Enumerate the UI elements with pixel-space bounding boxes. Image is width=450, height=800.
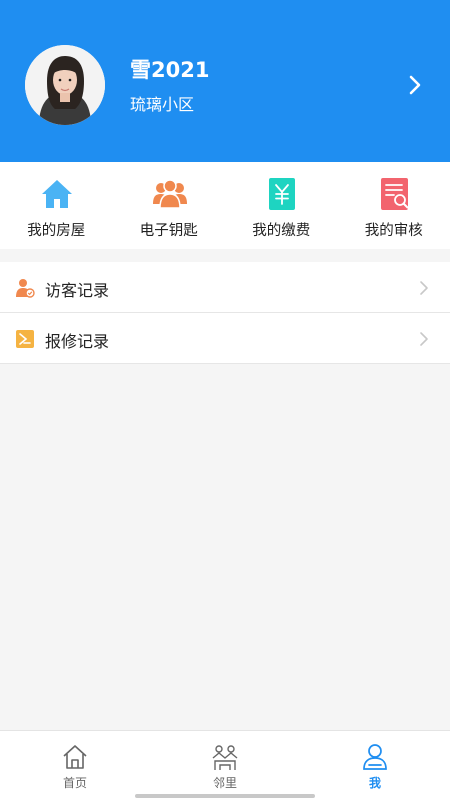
- profile-tab-icon: [361, 743, 389, 771]
- bottom-tab-bar: 首页 邻里 我: [0, 730, 450, 800]
- tab-label: 首页: [62, 776, 87, 790]
- quick-action-label: 电子钥匙: [139, 223, 198, 239]
- chevron-right-icon: [414, 278, 434, 298]
- payment-yuan-icon: [265, 177, 299, 211]
- community-name: 琉璃小区: [130, 95, 195, 114]
- home-indicator: [135, 794, 315, 798]
- tab-label: 我: [368, 776, 381, 790]
- quick-action-e-key[interactable]: 电子钥匙: [113, 162, 226, 249]
- user-name: 雪2021: [130, 58, 210, 82]
- visitor-icon: [15, 278, 35, 298]
- tab-neighborhood[interactable]: 邻里: [150, 731, 300, 800]
- records-list: 访客记录 报修记录: [0, 262, 450, 364]
- chevron-right-icon[interactable]: [400, 70, 430, 100]
- quick-action-label: 我的房屋: [27, 223, 86, 239]
- home-tab-icon: [61, 743, 89, 771]
- avatar[interactable]: [25, 45, 105, 125]
- repair-icon: [15, 329, 35, 349]
- list-item-repair-records[interactable]: 报修记录: [0, 313, 450, 364]
- quick-action-label: 我的缴费: [252, 223, 311, 239]
- list-item-label: 访客记录: [45, 281, 110, 300]
- user-photo: [25, 45, 105, 125]
- review-document-icon: [378, 177, 412, 211]
- quick-action-my-house[interactable]: 我的房屋: [0, 162, 113, 249]
- quick-actions-bar: 我的房屋 电子钥匙 我的缴费 我的审核: [0, 162, 450, 249]
- tab-label: 邻里: [212, 776, 237, 790]
- quick-action-my-review[interactable]: 我的审核: [338, 162, 450, 249]
- house-icon: [40, 177, 74, 211]
- chevron-right-icon: [414, 329, 434, 349]
- neighborhood-icon: [211, 743, 239, 771]
- list-item-visitor-records[interactable]: 访客记录: [0, 262, 450, 313]
- quick-action-label: 我的审核: [364, 223, 423, 239]
- list-item-label: 报修记录: [45, 332, 110, 351]
- group-icon: [152, 177, 187, 211]
- quick-action-my-payment[interactable]: 我的缴费: [225, 162, 338, 249]
- tab-home[interactable]: 首页: [0, 731, 150, 800]
- profile-header[interactable]: 雪2021 琉璃小区: [0, 0, 450, 162]
- tab-me[interactable]: 我: [300, 731, 450, 800]
